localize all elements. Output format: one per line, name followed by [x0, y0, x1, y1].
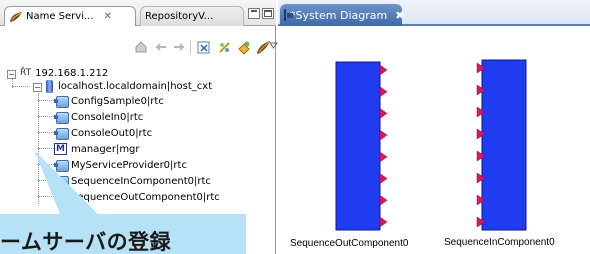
component-body[interactable]: [481, 59, 527, 231]
outport-icon[interactable]: [379, 151, 388, 163]
tree-connector: [12, 86, 28, 87]
tree-item-rtc[interactable]: ConsoleOut0|rtc: [54, 126, 152, 140]
tree-item-manager[interactable]: M manager|mgr: [54, 142, 140, 156]
outport-icon[interactable]: [379, 107, 388, 119]
tree-connector: [38, 116, 54, 117]
outport-icon[interactable]: [379, 129, 388, 141]
tree-item-label: SequenceOutComponent0|rtc: [71, 191, 220, 203]
tree-item-label: SequenceInComponent0|rtc: [71, 175, 211, 187]
rt-component-block[interactable]: [335, 61, 388, 231]
editor-tabbar: *System Diagram ✖: [278, 0, 590, 26]
component-label-sequence-out: SequenceOutComponent0: [290, 238, 409, 249]
component-label-sequence-in: SequenceInComponent0: [444, 237, 555, 248]
maximize-icon[interactable]: [262, 8, 274, 19]
tree-connector: [38, 100, 54, 101]
system-diagram-editor: *System Diagram ✖ SequenceOutComponent0 …: [278, 0, 590, 254]
outport-icon[interactable]: [379, 86, 388, 98]
close-icon[interactable]: ✖: [395, 9, 404, 22]
tab-system-diagram-label: *System Diagram: [290, 8, 388, 22]
host-context-icon: [46, 79, 53, 93]
tab-name-service[interactable]: Name Servi... ✕: [4, 6, 136, 26]
naming-server-icon: ŘT: [20, 68, 32, 78]
tab-system-diagram[interactable]: *System Diagram ✖: [280, 4, 404, 26]
connect-icon[interactable]: [235, 38, 253, 56]
rtc-component-icon: [54, 159, 69, 172]
view-toolbar: [0, 36, 278, 58]
diagram-svg: [335, 59, 527, 231]
name-service-view: Name Servi... ✕ RepositoryV... − ŘT 192.…: [0, 0, 278, 254]
tree-connector: [38, 180, 54, 181]
tree-item-label: ConfigSample0|rtc: [71, 95, 164, 107]
host-context-label: localhost.localdomain|host_cxt: [58, 80, 213, 92]
rtc-component-icon: [54, 127, 69, 140]
outport-icon[interactable]: [379, 64, 388, 76]
tree-item-rtc[interactable]: SequenceInComponent0|rtc: [54, 174, 211, 188]
tree-item-label: ConsoleOut0|rtc: [71, 127, 153, 139]
diagram-icon: [284, 9, 293, 21]
tree-collapse-toggle[interactable]: −: [7, 70, 16, 79]
tree-item-rtc[interactable]: MyServiceProvider0|rtc: [54, 158, 187, 172]
diagram-canvas[interactable]: SequenceOutComponent0 SequenceInComponen…: [278, 28, 590, 254]
view-menu-icon[interactable]: [268, 36, 278, 54]
tree-connector: [38, 196, 54, 197]
tree-connector: [38, 132, 54, 133]
toolbar-separator: [190, 40, 191, 54]
home-icon[interactable]: [132, 38, 150, 56]
rtc-component-icon: [54, 191, 69, 204]
zoom-icon[interactable]: [215, 38, 233, 56]
rtc-component-icon: [54, 95, 69, 108]
manager-icon: M: [54, 143, 67, 155]
tree-item-rtc[interactable]: ConsoleIn0|rtc: [54, 110, 143, 124]
tab-repository-view[interactable]: RepositoryV...: [140, 6, 244, 26]
rtc-component-icon: [54, 175, 69, 188]
tree-item-label: ConsoleIn0|rtc: [71, 111, 144, 123]
tree-item-naming-server[interactable]: ŘT 192.168.1.212: [20, 66, 108, 80]
tree-collapse-toggle[interactable]: −: [33, 83, 42, 92]
outport-icon[interactable]: [379, 194, 388, 206]
close-icon[interactable]: ✕: [104, 11, 112, 22]
tree-connector: [38, 164, 54, 165]
left-view-tabbar: Name Servi... ✕ RepositoryV...: [0, 0, 276, 26]
tree-item-label: manager|mgr: [71, 143, 140, 155]
tab-name-service-label: Name Servi...: [26, 11, 94, 22]
tree-item-rtc[interactable]: ConfigSample0|rtc: [54, 94, 164, 108]
back-arrow-icon[interactable]: [152, 38, 170, 56]
tree-connector: [38, 88, 39, 204]
tree-item-label: MyServiceProvider0|rtc: [71, 159, 187, 171]
component-body[interactable]: [335, 61, 381, 231]
rtc-component-icon: [54, 111, 69, 124]
minimize-icon[interactable]: [248, 8, 260, 19]
tree-item-rtc[interactable]: SequenceOutComponent0|rtc: [54, 190, 220, 204]
tree-connector: [38, 148, 54, 149]
name-service-tree: − ŘT 192.168.1.212 − localhost.localdoma…: [0, 64, 276, 214]
outport-icon[interactable]: [379, 216, 388, 228]
forward-arrow-icon[interactable]: [170, 38, 188, 56]
callout-text: ームサーバの登録: [0, 230, 172, 254]
rt-component-block[interactable]: [476, 59, 527, 231]
tab-repository-label: RepositoryV...: [145, 11, 214, 22]
naming-server-label: 192.168.1.212: [35, 67, 109, 79]
tree-item-host-context[interactable]: localhost.localdomain|host_cxt: [46, 79, 212, 93]
name-service-icon: [9, 11, 23, 23]
refresh-icon[interactable]: [195, 38, 213, 56]
outport-icon[interactable]: [379, 173, 388, 185]
